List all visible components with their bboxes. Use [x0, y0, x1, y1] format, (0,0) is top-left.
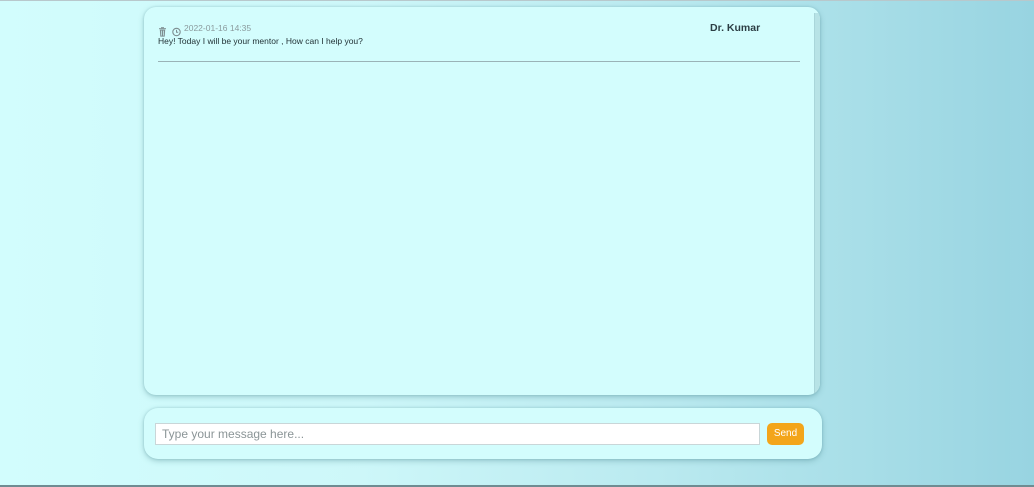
message-sender: Dr. Kumar	[710, 22, 761, 34]
top-border	[0, 0, 1034, 1]
message-text: Hey! Today I will be your mentor , How c…	[158, 36, 363, 46]
message-meta: 2022-01-16 14:35	[158, 23, 800, 37]
message-timestamp: 2022-01-16 14:35	[184, 23, 252, 33]
chat-message: 2022-01-16 14:35 Dr. Kumar Hey! Today I …	[158, 23, 800, 47]
message-divider	[158, 61, 800, 62]
chat-scrollbar[interactable]	[814, 13, 820, 393]
send-button[interactable]: Send	[767, 423, 804, 445]
clock-icon	[172, 24, 181, 36]
chat-messages-panel[interactable]: 2022-01-16 14:35 Dr. Kumar Hey! Today I …	[144, 7, 820, 395]
message-input[interactable]	[155, 423, 760, 445]
trash-icon[interactable]	[158, 24, 167, 37]
message-composer: Send	[144, 408, 822, 459]
